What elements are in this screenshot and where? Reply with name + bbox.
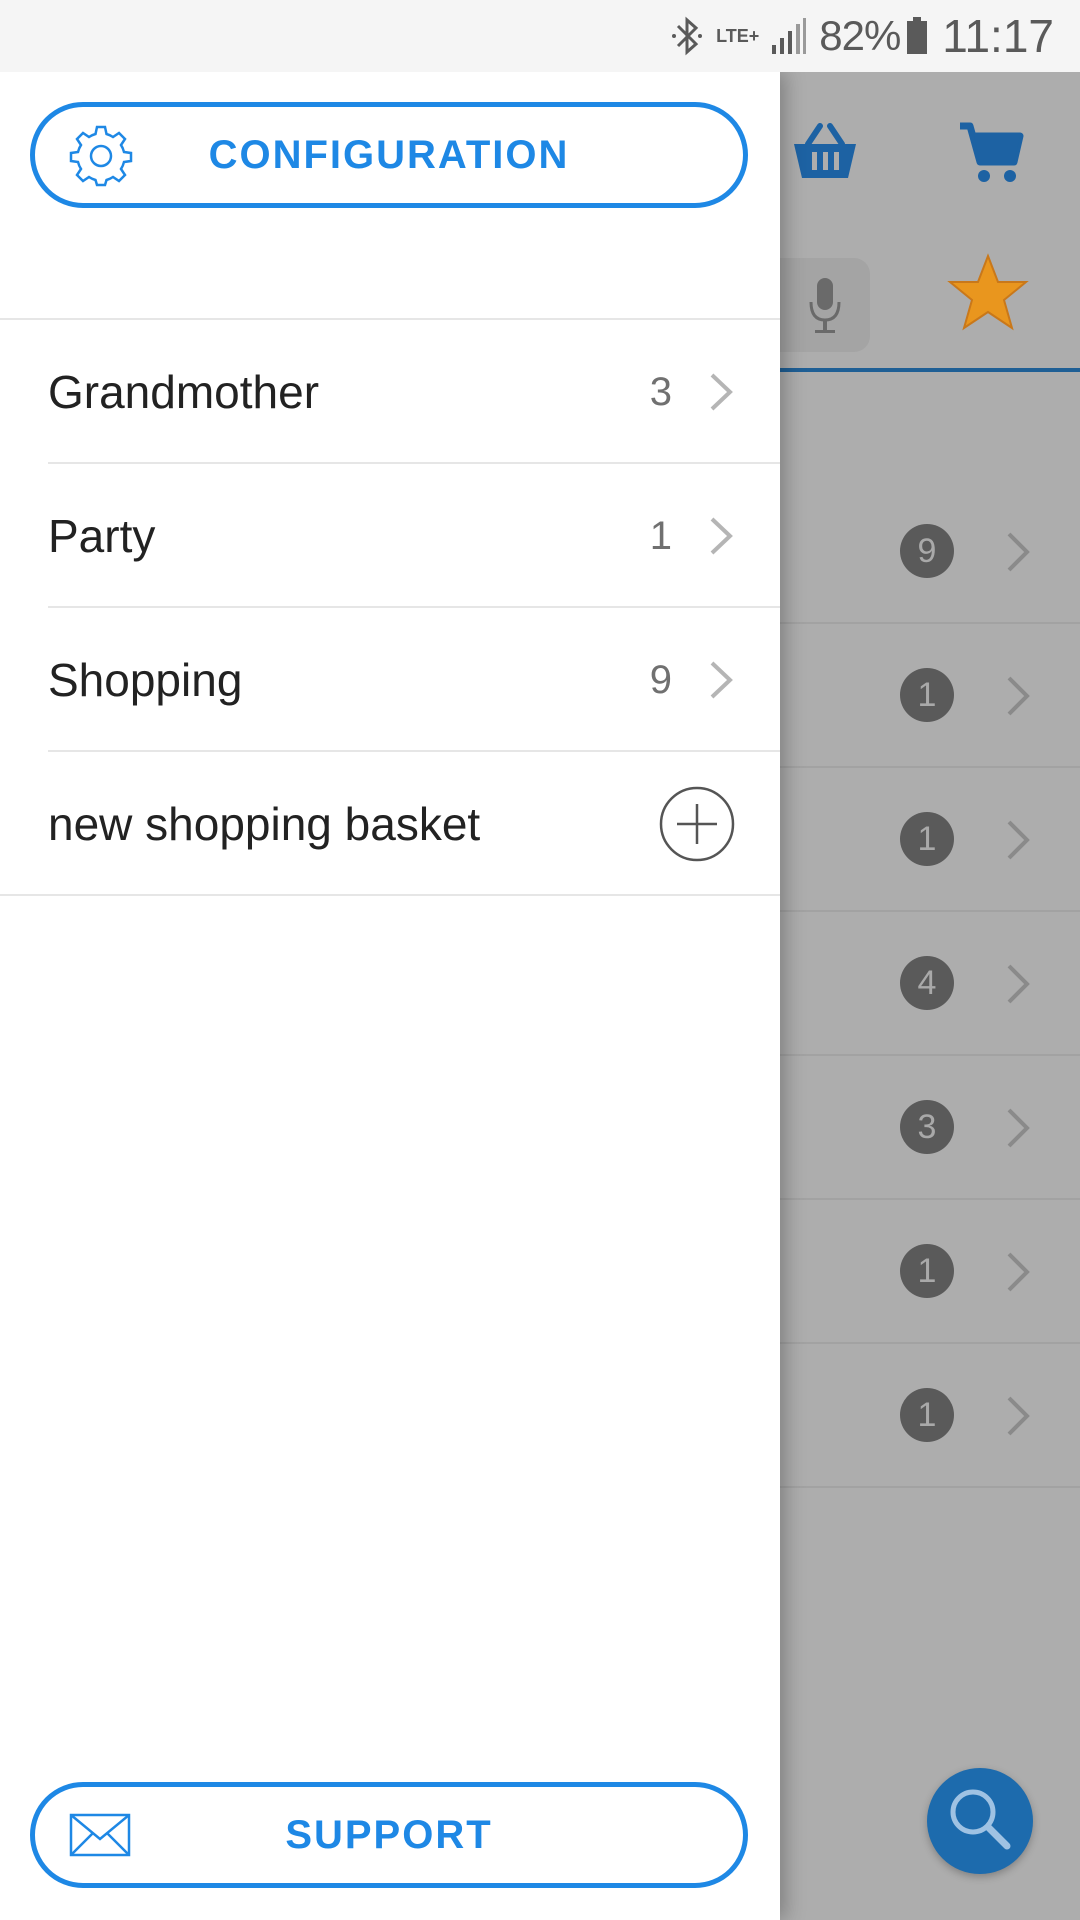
list-row[interactable]: 1 — [780, 768, 1080, 912]
chevron-right-icon — [1005, 818, 1033, 867]
chevron-right-icon — [708, 515, 734, 557]
count-badge: 9 — [900, 524, 954, 578]
signal-icon — [771, 17, 807, 55]
envelope-icon — [69, 1813, 131, 1857]
list-row[interactable]: 9 — [780, 480, 1080, 624]
search-fab[interactable] — [927, 1768, 1033, 1874]
list-item-label: Grandmother — [48, 366, 320, 418]
list-item-count: 3 — [649, 369, 672, 414]
count-badge: 1 — [900, 1388, 954, 1442]
list-row[interactable]: 1 — [780, 1344, 1080, 1488]
plus-circle-icon[interactable] — [658, 785, 736, 863]
lte-icon: LTE+ — [716, 27, 759, 45]
count-badge: 4 — [900, 956, 954, 1010]
toolbar-divider — [780, 368, 1080, 372]
support-button[interactable]: SUPPORT — [30, 1782, 748, 1888]
chevron-right-icon — [708, 659, 734, 701]
chevron-right-icon — [1005, 674, 1033, 723]
count-badge: 1 — [900, 1244, 954, 1298]
battery-icon — [906, 17, 928, 55]
list-item-shopping[interactable]: Shopping 9 — [0, 608, 780, 752]
mic-icon[interactable] — [808, 276, 842, 341]
count-badge: 1 — [900, 812, 954, 866]
navigation-drawer: CONFIGURATION Grandmother 3 Party 1 Shop… — [0, 72, 780, 1920]
chevron-right-icon — [1005, 530, 1033, 579]
new-shopping-basket-item[interactable]: new shopping basket — [0, 752, 780, 896]
chevron-right-icon — [1005, 962, 1033, 1011]
list-item-count: 9 — [649, 657, 672, 702]
list-row[interactable]: 1 — [780, 624, 1080, 768]
list-row[interactable]: 3 — [780, 1056, 1080, 1200]
status-bar: LTE+ 82% 11:17 — [0, 0, 1080, 72]
battery-percent: 82% — [819, 12, 901, 59]
chevron-right-icon — [708, 371, 734, 413]
support-label: SUPPORT — [285, 1812, 493, 1857]
star-icon[interactable] — [946, 252, 1030, 337]
chevron-right-icon — [1005, 1394, 1033, 1443]
new-basket-label: new shopping basket — [48, 798, 481, 850]
list-item-grandmother[interactable]: Grandmother 3 — [0, 320, 780, 464]
list-item-count: 1 — [649, 513, 672, 558]
clock-time: 11:17 — [942, 10, 1054, 62]
list-item-party[interactable]: Party 1 — [0, 464, 780, 608]
bluetooth-icon — [670, 16, 704, 56]
search-icon — [945, 1784, 1015, 1859]
list-item-label: Shopping — [48, 654, 243, 706]
chevron-right-icon — [1005, 1250, 1033, 1299]
count-badge: 1 — [900, 668, 954, 722]
background-toolbar — [760, 72, 1080, 372]
background-app: 9 1 1 4 3 1 1 — [760, 72, 1080, 1920]
chevron-right-icon — [1005, 1106, 1033, 1155]
list-item-label: Party — [48, 510, 156, 562]
network-type-label: LTE+ — [716, 26, 760, 46]
gear-icon — [69, 123, 133, 187]
cart-icon[interactable] — [958, 120, 1024, 189]
list-row[interactable]: 1 — [780, 1200, 1080, 1344]
configuration-label: CONFIGURATION — [208, 132, 570, 177]
count-badge: 3 — [900, 1100, 954, 1154]
basket-icon[interactable] — [790, 122, 860, 187]
shopping-lists: Grandmother 3 Party 1 Shopping 9 new sho… — [0, 318, 780, 896]
list-row[interactable]: 4 — [780, 912, 1080, 1056]
configuration-button[interactable]: CONFIGURATION — [30, 102, 748, 208]
